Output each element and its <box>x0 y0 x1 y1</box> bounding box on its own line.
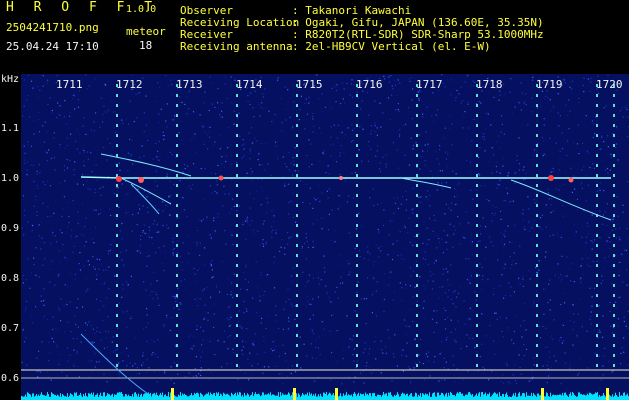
spectrogram-plot <box>21 74 629 400</box>
date-time: 25.04.24 17:10 <box>6 40 99 53</box>
meteor-label: meteor <box>126 25 166 38</box>
y-axis-unit: kHz <box>1 74 20 85</box>
x-tick-label: 1712 <box>116 78 143 91</box>
x-tick-label: 1711 <box>56 78 83 91</box>
x-tick-label: 1713 <box>176 78 203 91</box>
app-version: 1.0.0 <box>126 4 157 15</box>
x-tick-label: 1718 <box>476 78 503 91</box>
x-tick-label: 1717 <box>416 78 443 91</box>
meteor-count: 18 <box>139 39 153 52</box>
antenna-label: Receiving antenna <box>180 40 293 53</box>
x-tick-label: 1715 <box>296 78 323 91</box>
y-tick-label: 0.8 <box>0 273 19 284</box>
y-tick-label: 1.0 <box>0 173 19 184</box>
antenna-value: : 2el-HB9CV Vertical (el. E-W) <box>292 40 491 53</box>
header-panel: H R O F F T 1.0.0 2504241710.png meteor … <box>0 0 629 74</box>
y-tick-label: 0.7 <box>0 323 19 334</box>
y-tick-label: 1.1 <box>0 123 19 134</box>
x-tick-label: 1714 <box>236 78 263 91</box>
x-tick-label: 1716 <box>356 78 383 91</box>
y-tick-label: 0.6 <box>0 373 19 384</box>
y-tick-label: 0.9 <box>0 223 19 234</box>
x-tick-label: 1720 <box>596 78 623 91</box>
x-tick-label: 1719 <box>536 78 563 91</box>
file-name: 2504241710.png <box>6 21 99 34</box>
